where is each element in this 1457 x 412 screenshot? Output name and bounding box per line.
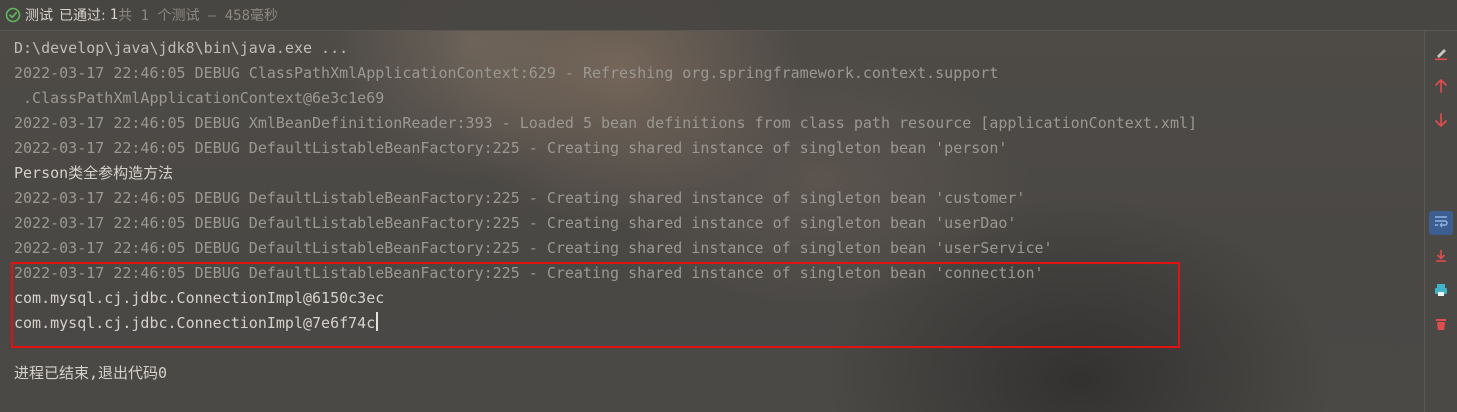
scroll-to-end-icon xyxy=(1433,248,1449,268)
console-line: .ClassPathXmlApplicationContext@6e3c1e69 xyxy=(14,89,385,107)
console-line: 2022-03-17 22:46:05 DEBUG DefaultListabl… xyxy=(14,239,1053,257)
console-line: 2022-03-17 22:46:05 DEBUG ClassPathXmlAp… xyxy=(14,64,999,82)
test-status-label: 测试 xyxy=(25,8,53,24)
clear-icon xyxy=(1433,45,1449,65)
clear-button[interactable] xyxy=(1429,43,1453,67)
print-button[interactable] xyxy=(1429,280,1453,304)
test-status-bar: 测试 已通过: 1 共 1 个测试 – 458毫秒 xyxy=(0,0,1457,31)
console-toolbar xyxy=(1424,31,1457,412)
delete-icon xyxy=(1433,316,1449,336)
console-output[interactable]: D:\develop\java\jdk8\bin\java.exe ... 20… xyxy=(0,31,1425,412)
console-line: D:\develop\java\jdk8\bin\java.exe ... xyxy=(14,39,349,57)
console-line: Person类全参构造方法 xyxy=(14,164,174,182)
console-line: 2022-03-17 22:46:05 DEBUG DefaultListabl… xyxy=(14,214,1017,232)
soft-wrap-icon xyxy=(1433,213,1449,233)
test-passed-check-icon xyxy=(5,7,21,23)
test-summary: 共 1 个测试 – 458毫秒 xyxy=(118,8,279,24)
passed-count: 1 xyxy=(109,7,119,23)
highlight-annotation-box xyxy=(11,262,1180,348)
console-line: 2022-03-17 22:46:05 DEBUG DefaultListabl… xyxy=(14,189,1026,207)
delete-button[interactable] xyxy=(1429,314,1453,338)
console-line: 2022-03-17 22:46:05 DEBUG DefaultListabl… xyxy=(14,139,1008,157)
print-icon xyxy=(1433,282,1449,302)
previous-occurrence-button[interactable] xyxy=(1429,76,1453,100)
scroll-to-end-button[interactable] xyxy=(1429,246,1453,270)
down-arrow-icon xyxy=(1433,112,1449,132)
up-arrow-icon xyxy=(1433,78,1449,98)
soft-wrap-toggle[interactable] xyxy=(1429,211,1453,235)
next-occurrence-button[interactable] xyxy=(1429,110,1453,134)
console-line: 2022-03-17 22:46:05 DEBUG XmlBeanDefinit… xyxy=(14,114,1198,132)
passed-label: 已通过: xyxy=(59,8,106,24)
process-exit-line: 进程已结束,退出代码0 xyxy=(14,364,168,382)
